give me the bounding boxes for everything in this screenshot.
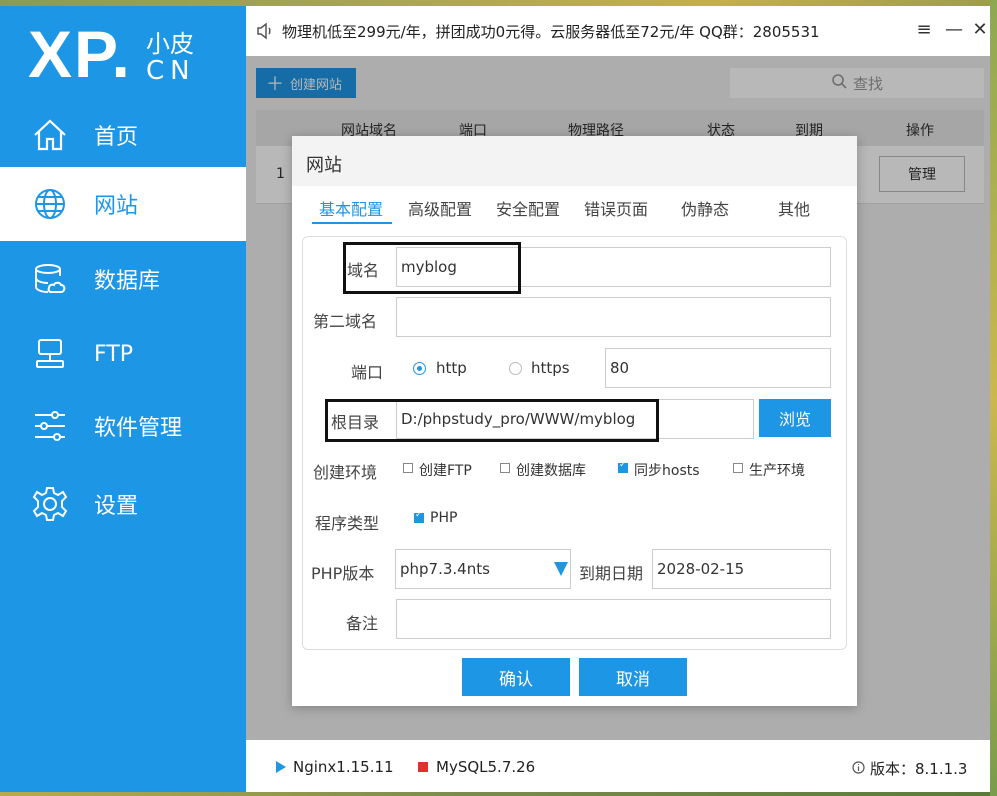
info-icon <box>852 760 865 778</box>
sidebar-item-settings[interactable]: 设置 <box>0 467 246 541</box>
note-label: 备注 <box>346 614 379 633</box>
gear-icon <box>30 484 70 524</box>
browse-button[interactable]: 浏览 <box>759 399 831 437</box>
sidebar-item-label: 首页 <box>94 125 139 150</box>
note-input[interactable] <box>396 599 831 639</box>
https-radio[interactable] <box>509 362 522 375</box>
cancel-button[interactable]: 取消 <box>579 658 687 696</box>
sidebar-item-label: 设置 <box>94 494 139 519</box>
domain-highlight-box <box>343 242 521 294</box>
sidebar: XP. 小皮 CN 首页 网站 数据库 FTP 软件管理 设置 <box>0 6 246 792</box>
create-db-checkbox[interactable] <box>500 463 510 473</box>
active-tab-indicator <box>312 222 392 224</box>
sidebar-item-software[interactable]: 软件管理 <box>0 389 246 463</box>
sidebar-item-label: 网站 <box>94 194 139 219</box>
https-label[interactable]: https <box>531 359 570 377</box>
dialog-title: 网站 <box>306 155 342 176</box>
php-version-label: PHP版本 <box>311 564 375 583</box>
top-bar: 物理机低至299元/年，拼团成功0元得。云服务器低至72元/年 QQ群：2805… <box>246 6 990 56</box>
tab-other[interactable]: 其他 <box>778 196 810 220</box>
port-label: 端口 <box>351 363 384 382</box>
play-icon <box>276 761 286 773</box>
mysql-status[interactable]: MySQL5.7.26 <box>418 758 535 776</box>
website-dialog: 网站 基本配置 高级配置 安全配置 错误页面 伪静态 其他 域名 myblog … <box>292 136 857 706</box>
sidebar-item-home[interactable]: 首页 <box>0 98 246 172</box>
desktop-edge-strip <box>990 0 997 796</box>
logo-sub-bottom: CN <box>146 56 196 86</box>
dropdown-arrow-icon <box>554 562 568 576</box>
php-version-value: php7.3.4nts <box>400 560 490 578</box>
database-icon <box>30 259 70 299</box>
mysql-label: MySQL5.7.26 <box>436 758 536 776</box>
nginx-label: Nginx1.15.11 <box>293 758 394 776</box>
version-info: 版本：8.1.1.3 <box>852 758 967 779</box>
expire-date-input[interactable]: 2028-02-15 <box>652 549 831 589</box>
sidebar-item-website[interactable]: 网站 <box>0 167 246 241</box>
tab-security[interactable]: 安全配置 <box>496 196 560 220</box>
sync-hosts-checkbox[interactable] <box>618 460 628 473</box>
create-ftp-checkbox[interactable] <box>403 463 413 473</box>
php-label[interactable]: PHP <box>430 510 457 526</box>
root-dir-highlight-box <box>325 399 659 442</box>
tab-rewrite[interactable]: 伪静态 <box>681 196 729 220</box>
dialog-title-bar[interactable] <box>292 136 857 186</box>
announcement-text[interactable]: 物理机低至299元/年，拼团成功0元得。云服务器低至72元/年 QQ群：2805… <box>282 21 820 42</box>
close-button[interactable]: ✕ <box>970 20 990 40</box>
sliders-icon <box>30 406 70 446</box>
create-db-label[interactable]: 创建数据库 <box>516 460 586 480</box>
speaker-icon <box>256 21 276 41</box>
http-radio[interactable] <box>413 362 426 375</box>
sync-hosts-label[interactable]: 同步hosts <box>634 460 700 480</box>
tab-advanced[interactable]: 高级配置 <box>408 196 472 220</box>
http-label[interactable]: http <box>436 359 467 377</box>
minimize-button[interactable]: — <box>944 20 964 40</box>
production-checkbox[interactable] <box>733 463 743 473</box>
status-bar: Nginx1.15.11 MySQL5.7.26 版本：8.1.1.3 <box>246 740 990 792</box>
production-label[interactable]: 生产环境 <box>749 460 805 480</box>
stop-icon <box>418 762 428 772</box>
sidebar-item-label: FTP <box>94 341 133 367</box>
port-input[interactable]: 80 <box>605 348 831 388</box>
ftp-icon <box>30 334 70 374</box>
php-checkbox[interactable] <box>414 510 424 523</box>
logo-main: XP. <box>28 17 132 91</box>
app-logo: XP. 小皮 CN <box>28 16 228 96</box>
create-ftp-label[interactable]: 创建FTP <box>419 460 472 480</box>
menu-icon[interactable]: ≡ <box>914 20 934 40</box>
sidebar-item-ftp[interactable]: FTP <box>0 317 246 391</box>
basic-config-form: 域名 myblog 第二域名 端口 http https 80 根目录 D:/p… <box>302 236 847 650</box>
tab-basic[interactable]: 基本配置 <box>319 196 383 220</box>
logo-sub-top: 小皮 <box>146 30 194 58</box>
sidebar-item-label: 软件管理 <box>94 416 183 441</box>
sidebar-item-label: 数据库 <box>94 269 161 294</box>
program-type-label: 程序类型 <box>315 514 380 533</box>
second-domain-label: 第二域名 <box>313 312 378 331</box>
version-label: 版本：8.1.1.3 <box>870 760 968 778</box>
tab-error-pages[interactable]: 错误页面 <box>584 196 648 220</box>
confirm-button[interactable]: 确认 <box>462 658 570 696</box>
env-label: 创建环境 <box>313 463 378 482</box>
second-domain-input[interactable] <box>396 297 831 337</box>
globe-icon <box>30 184 70 224</box>
sidebar-item-database[interactable]: 数据库 <box>0 242 246 316</box>
nginx-status[interactable]: Nginx1.15.11 <box>276 758 394 776</box>
expire-date-label: 到期日期 <box>579 564 644 583</box>
php-version-select[interactable]: php7.3.4nts <box>395 549 571 589</box>
home-icon <box>30 115 70 155</box>
